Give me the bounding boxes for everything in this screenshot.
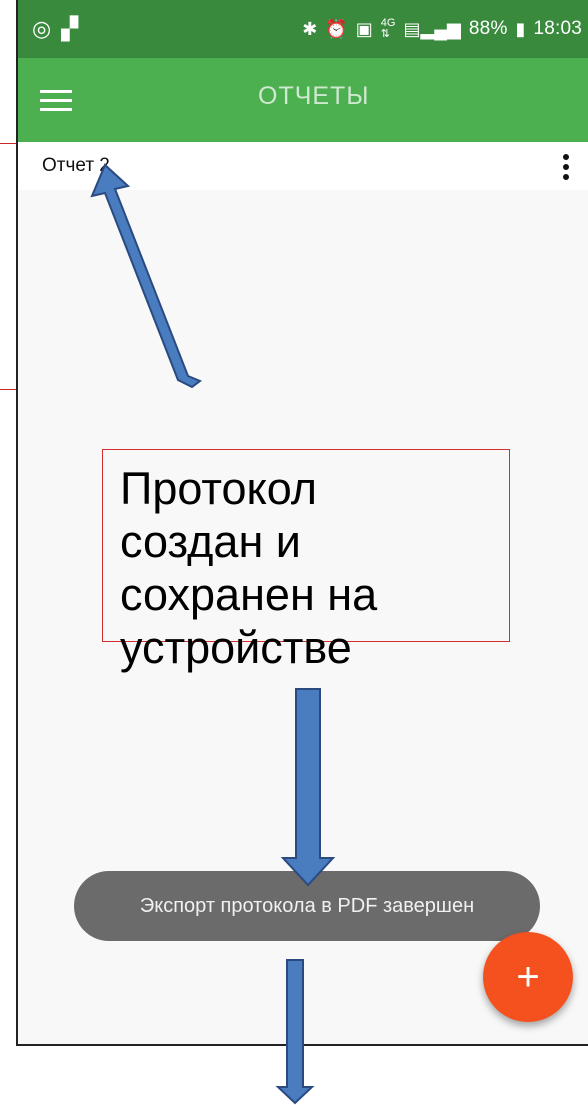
- arrow-up-left: [90, 163, 202, 389]
- annotation-arrows: [90, 163, 336, 1105]
- arrow-down-to-toast: [280, 688, 336, 887]
- arrow-down-bottom: [275, 959, 315, 1105]
